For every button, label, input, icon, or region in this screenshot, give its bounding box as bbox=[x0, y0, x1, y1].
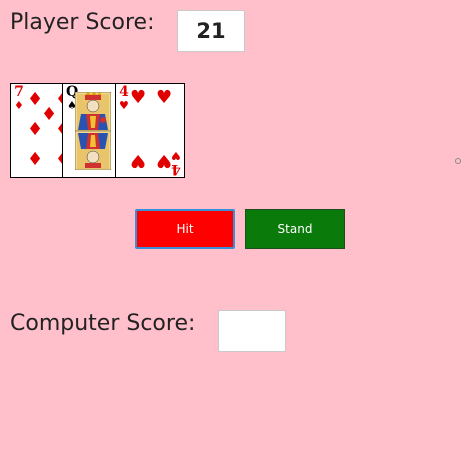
card-rank: 7 bbox=[14, 84, 24, 100]
hit-button[interactable]: Hit bbox=[135, 209, 235, 249]
stand-button[interactable]: Stand bbox=[245, 209, 345, 249]
player-card-4-hearts: 4 ♥ ♥ ♥ ♥ ♥ 4 ♥ bbox=[115, 83, 185, 178]
heart-icon: ♥ bbox=[171, 149, 181, 162]
heart-icon: ♥ bbox=[156, 87, 173, 108]
heart-icon: ♥ bbox=[156, 150, 173, 171]
player-score-box: 21 bbox=[177, 10, 245, 52]
player-score-label: Player Score: bbox=[10, 10, 155, 35]
queen-face-icon bbox=[75, 92, 111, 170]
heart-icon: ♥ bbox=[119, 99, 129, 112]
computer-score-box bbox=[218, 310, 286, 352]
card-corner-top: 4 ♥ bbox=[119, 84, 129, 112]
diamond-icon: ♦ bbox=[27, 149, 44, 170]
card-rank: 4 bbox=[119, 84, 129, 100]
diamond-icon: ♦ bbox=[27, 119, 44, 140]
status-dot bbox=[455, 158, 461, 164]
card-corner-bottom: 4 ♥ bbox=[171, 149, 181, 177]
heart-icon: ♥ bbox=[130, 150, 147, 171]
card-rank: 4 bbox=[171, 161, 181, 177]
card-corner-top: 7 ♦ bbox=[14, 84, 24, 112]
heart-icon: ♥ bbox=[130, 87, 147, 108]
computer-score-label: Computer Score: bbox=[10, 311, 196, 336]
diamond-icon: ♦ bbox=[14, 99, 24, 112]
